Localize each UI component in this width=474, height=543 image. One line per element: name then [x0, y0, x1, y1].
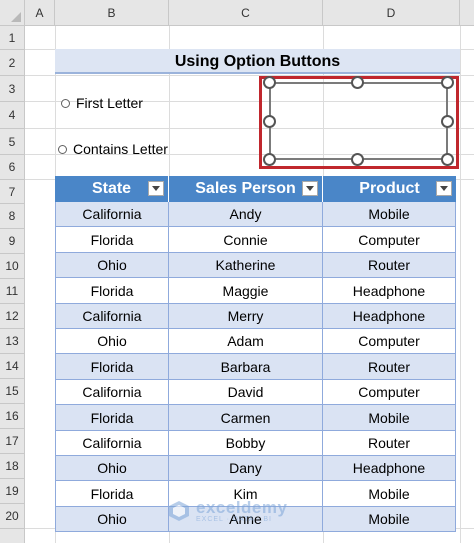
column-header-d[interactable]: D [323, 0, 460, 26]
table-cell[interactable]: Merry [169, 304, 323, 329]
table-cell[interactable]: California [55, 202, 169, 227]
table-cell[interactable]: Mobile [323, 481, 456, 507]
row-header-16[interactable]: 16 [0, 404, 25, 429]
table-cell[interactable]: Router [323, 354, 456, 380]
table-cell[interactable]: Mobile [323, 405, 456, 431]
row-header-4[interactable]: 4 [0, 102, 25, 129]
table-cell[interactable]: Computer [323, 227, 456, 253]
resize-handle-top-right[interactable] [441, 76, 454, 89]
resize-handle-bottom-right[interactable] [441, 153, 454, 166]
table-cell[interactable]: Ohio [55, 329, 169, 354]
resize-handle-right[interactable] [441, 115, 454, 128]
row-header-next[interactable] [0, 529, 25, 543]
watermark-sub: EXCEL · DATA · BI [196, 516, 272, 523]
table-cell[interactable]: Headphone [323, 278, 456, 304]
option-button-contains-letter[interactable]: Contains Letter [58, 140, 168, 158]
resize-handle-bottom-left[interactable] [263, 153, 276, 166]
table-cell[interactable]: Ohio [55, 253, 169, 278]
option-label: First Letter [76, 95, 143, 111]
table-cell[interactable]: Router [323, 431, 456, 456]
column-header-a[interactable]: A [25, 0, 55, 26]
table-cell[interactable]: Ohio [55, 456, 169, 481]
option-label: Contains Letter [73, 141, 168, 157]
row-header-11[interactable]: 11 [0, 279, 25, 304]
table-cell[interactable]: Headphone [323, 456, 456, 481]
row-header-1[interactable]: 1 [0, 26, 25, 50]
table-cell[interactable]: Andy [169, 202, 323, 227]
selected-group-box[interactable] [269, 82, 448, 160]
table-cell[interactable]: Bobby [169, 431, 323, 456]
column-header-c[interactable]: C [169, 0, 323, 26]
table-cell[interactable]: Ohio [55, 507, 169, 532]
filter-dropdown-icon[interactable] [436, 181, 452, 196]
table-cell[interactable]: David [169, 380, 323, 405]
select-all-corner[interactable] [0, 0, 25, 26]
row-header-17[interactable]: 17 [0, 429, 25, 454]
table-header-product: Product [323, 176, 456, 202]
row-header-13[interactable]: 13 [0, 329, 25, 354]
table-cell[interactable]: Adam [169, 329, 323, 354]
header-label: Product [359, 180, 420, 197]
row-header-18[interactable]: 18 [0, 454, 25, 479]
filter-dropdown-icon[interactable] [302, 181, 318, 196]
exceldemy-logo-icon [169, 501, 189, 521]
table-cell[interactable]: Florida [55, 405, 169, 431]
row-header-15[interactable]: 15 [0, 379, 25, 404]
table-cell[interactable]: Maggie [169, 278, 323, 304]
table-cell[interactable]: Computer [323, 329, 456, 354]
table-cell[interactable]: California [55, 380, 169, 405]
header-label: Sales Person [195, 180, 296, 197]
row-header-12[interactable]: 12 [0, 304, 25, 329]
table-header-state: State [55, 176, 169, 202]
column-header-b[interactable]: B [55, 0, 169, 26]
radio-icon[interactable] [61, 98, 70, 108]
table-cell[interactable]: Florida [55, 278, 169, 304]
table-cell[interactable]: Computer [323, 380, 456, 405]
resize-handle-left[interactable] [263, 115, 276, 128]
table-cell[interactable]: Barbara [169, 354, 323, 380]
column-header-next[interactable] [460, 0, 474, 26]
watermark: exceldemy EXCEL · DATA · BI [168, 496, 308, 526]
row-header-19[interactable]: 19 [0, 479, 25, 504]
table-cell[interactable]: Florida [55, 354, 169, 380]
table-header-sales-person: Sales Person [169, 176, 323, 202]
row-header-6[interactable]: 6 [0, 155, 25, 180]
table-cell[interactable]: Florida [55, 227, 169, 253]
row-header-14[interactable]: 14 [0, 354, 25, 379]
resize-handle-top[interactable] [351, 76, 364, 89]
filter-dropdown-icon[interactable] [148, 181, 164, 196]
table-cell[interactable]: Connie [169, 227, 323, 253]
table-cell[interactable]: Carmen [169, 405, 323, 431]
resize-handle-top-left[interactable] [263, 76, 276, 89]
table-cell[interactable]: California [55, 431, 169, 456]
table-cell[interactable]: California [55, 304, 169, 329]
row-header-3[interactable]: 3 [0, 76, 25, 102]
table-cell[interactable]: Router [323, 253, 456, 278]
row-header-5[interactable]: 5 [0, 129, 25, 155]
table-cell[interactable]: Katherine [169, 253, 323, 278]
watermark-brand: exceldemy [196, 498, 288, 517]
resize-handle-bottom[interactable] [351, 153, 364, 166]
table-cell[interactable]: Florida [55, 481, 169, 507]
row-header-8[interactable]: 8 [0, 204, 25, 229]
row-header-9[interactable]: 9 [0, 229, 25, 254]
table-cell[interactable]: Mobile [323, 202, 456, 227]
table-cell[interactable]: Dany [169, 456, 323, 481]
table-cell[interactable]: Headphone [323, 304, 456, 329]
sheet-title: Using Option Buttons [174, 52, 341, 70]
header-label: State [91, 180, 132, 197]
row-header-20[interactable]: 20 [0, 504, 25, 529]
row-header-10[interactable]: 10 [0, 254, 25, 279]
row-header-2[interactable]: 2 [0, 50, 25, 76]
gridline [460, 26, 461, 543]
option-button-first-letter[interactable]: First Letter [61, 94, 143, 112]
radio-icon[interactable] [58, 144, 67, 154]
row-header-7[interactable]: 7 [0, 180, 25, 204]
table-cell[interactable]: Mobile [323, 507, 456, 532]
